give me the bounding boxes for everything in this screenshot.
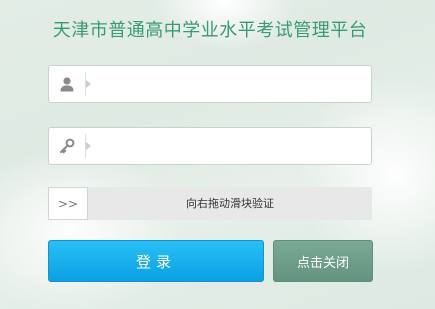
username-field[interactable] xyxy=(48,65,372,103)
page-title: 天津市普通高中学业水平考试管理平台 xyxy=(52,20,368,41)
user-icon xyxy=(49,66,85,102)
username-input[interactable] xyxy=(95,67,369,103)
close-button[interactable]: 点击关闭 xyxy=(273,240,373,282)
slider-handle[interactable]: >> xyxy=(48,187,88,220)
slider-verification[interactable]: >> 向右拖动滑块验证 xyxy=(48,187,372,220)
password-field[interactable] xyxy=(48,127,372,165)
login-button[interactable]: 登录 xyxy=(48,240,264,282)
field-notch xyxy=(86,142,91,150)
key-icon xyxy=(49,128,85,164)
field-notch xyxy=(86,80,91,88)
slider-text: 向右拖动滑块验证 xyxy=(186,197,274,210)
password-input[interactable] xyxy=(95,129,369,165)
